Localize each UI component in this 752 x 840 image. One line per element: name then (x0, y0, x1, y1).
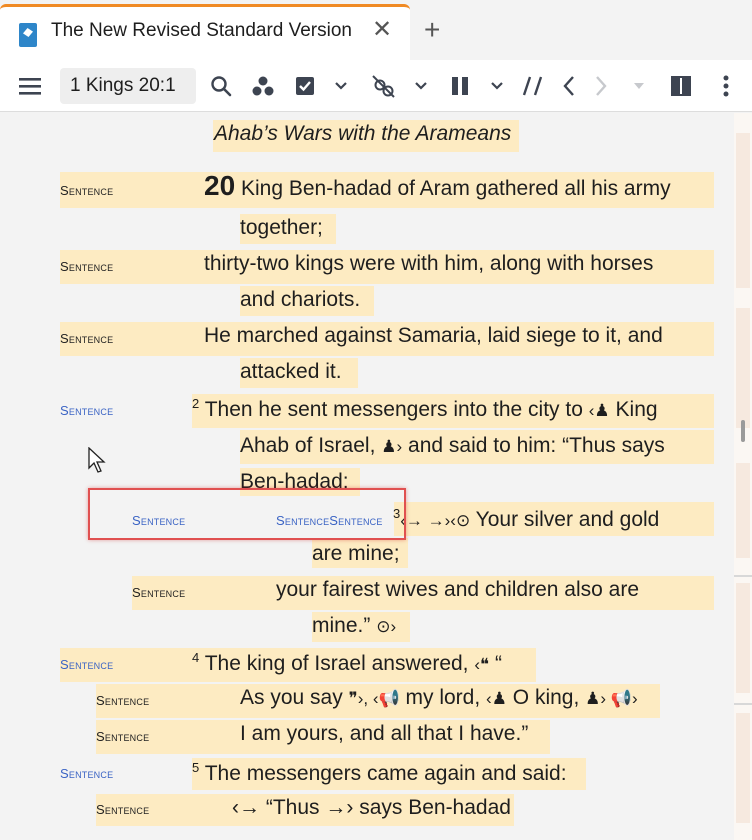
scrollbar-thumb[interactable] (741, 420, 745, 442)
scrollbar-track-segment (736, 583, 750, 693)
verse-line: attacked it. (240, 360, 342, 383)
verse-line: and chariots. (240, 288, 361, 311)
speech-marker-icon[interactable]: ❞›, ‹📢 (349, 689, 400, 708)
toolbar: 1 Kings 20:1 (0, 60, 752, 112)
menu-icon[interactable] (14, 60, 46, 112)
target-marker-icon[interactable]: ⊙ (456, 511, 470, 530)
new-tab-icon[interactable]: + (424, 16, 440, 44)
verse-line: ‹→ “Thus →› says Ben-hadad (232, 796, 511, 820)
reference-text: 1 Kings 20:1 (70, 75, 176, 96)
search-icon[interactable] (206, 60, 236, 112)
vertical-scrollbar[interactable] (734, 113, 752, 840)
verse-line: He marched against Samaria, laid siege t… (204, 324, 663, 347)
verse-text: King Ben-hadad of Aram gathered all his … (241, 177, 671, 200)
sentence-label[interactable]: Sentence (60, 657, 113, 672)
sentence-label[interactable]: Sentence (96, 729, 149, 744)
verse-line: 20 King Ben-hadad of Aram gathered all h… (204, 170, 671, 202)
tab-bar: The New Revised Standard Version ✕ + (0, 0, 752, 60)
verse-line: 2 Then he sent messengers into the city … (192, 396, 658, 422)
tab-title: The New Revised Standard Version (51, 20, 352, 41)
scrollbar-track-segment (736, 308, 750, 428)
person-marker-icon[interactable]: ♟› (381, 437, 402, 456)
verse-line: 3‹→ →›‹⊙ Your silver and gold (393, 506, 659, 532)
verse-text: The messengers came again and said: (204, 762, 567, 785)
scrollbar-track-segment (736, 713, 750, 823)
chevron-down-icon[interactable] (486, 60, 508, 112)
section-heading: Ahab’s Wars with the Arameans (214, 122, 512, 145)
verse-number: 5 (192, 760, 200, 775)
arrow-markers[interactable]: ‹→ →›‹ (400, 511, 456, 530)
target-marker-icon[interactable]: ⊙› (376, 617, 396, 636)
verse-number: 4 (192, 650, 200, 665)
verse-text: and said to him: “Thus says (408, 434, 665, 457)
people-icon[interactable] (248, 60, 278, 112)
chapter-number: 20 (204, 170, 236, 201)
verse-text: The king of Israel answered, (204, 652, 469, 675)
verse-text: Then he sent messengers into the city to (204, 398, 583, 421)
person-marker-icon[interactable]: ♟› 📢› (585, 689, 637, 708)
verse-line: 5 The messengers came again and said: (192, 760, 567, 786)
verse-line: 4 The king of Israel answered, ‹❝ “ (192, 650, 502, 676)
forward-icon[interactable] (588, 60, 614, 112)
verse-text: O king, (512, 686, 580, 709)
sentence-label[interactable]: Sentence (60, 331, 113, 346)
verse-text: mine.” (312, 614, 371, 637)
sentence-label[interactable]: Sentence (60, 183, 113, 198)
pause-icon[interactable] (446, 60, 474, 112)
verse-text: ‹→ “Thus →› (232, 796, 354, 819)
parallel-icon[interactable] (518, 60, 548, 112)
verse-text: Ahab of Israel, (240, 434, 376, 457)
sentence-label[interactable]: Sentence (96, 802, 149, 817)
verse-text: King (615, 398, 658, 421)
verse-text: says Ben-hadad (359, 796, 511, 819)
verse-line: Ahab of Israel, ♟› and said to him: “Thu… (240, 434, 665, 458)
mouse-cursor-icon (88, 446, 108, 475)
sentence-label[interactable]: Sentence (132, 585, 185, 600)
dropdown-icon[interactable] (628, 60, 650, 112)
reference-input[interactable]: 1 Kings 20:1 (60, 68, 196, 104)
verse-line: mine.” ⊙› (312, 614, 396, 638)
sentence-label[interactable]: Sentence (60, 403, 113, 418)
scrollbar-marker (734, 575, 752, 577)
verse-line: I am yours, and all that I have.” (240, 722, 529, 745)
speech-marker-icon[interactable]: ‹❝ (474, 655, 489, 674)
tab-nrsv[interactable]: The New Revised Standard Version ✕ (0, 4, 410, 60)
bible-app-icon (19, 23, 37, 47)
tab-close-icon[interactable]: ✕ (372, 18, 392, 42)
verse-text: “ (495, 652, 503, 675)
person-marker-icon[interactable]: ‹♟ (486, 689, 507, 708)
person-marker-icon[interactable]: ‹♟ (589, 401, 610, 420)
verse-line: As you say ❞›, ‹📢 my lord, ‹♟ O king, ♟›… (240, 686, 638, 710)
more-icon[interactable] (714, 60, 738, 112)
scrollbar-track-segment (736, 133, 750, 288)
verse-line: your fairest wives and children also are (276, 578, 640, 601)
sentence-label[interactable]: Sentence (60, 259, 113, 274)
verse-line: together; (240, 216, 323, 239)
chevron-down-icon[interactable] (410, 60, 432, 112)
verse-line: are mine; (312, 542, 400, 565)
panel-icon[interactable] (666, 60, 696, 112)
scrollbar-track-segment (736, 463, 750, 558)
chevron-down-icon[interactable] (330, 60, 352, 112)
back-icon[interactable] (556, 60, 582, 112)
scrollbar-marker (734, 703, 752, 705)
link-off-icon[interactable] (366, 60, 400, 112)
verse-text: As you say (240, 686, 343, 709)
selection-highlight-box (88, 488, 406, 540)
verse-number: 2 (192, 396, 200, 411)
verse-text: Your silver and gold (475, 508, 660, 531)
verse-text: my lord, (405, 686, 481, 709)
verse-line: thirty-two kings were with him, along wi… (204, 252, 654, 275)
sentence-label[interactable]: Sentence (60, 766, 113, 781)
sentence-label[interactable]: Sentence (96, 693, 149, 708)
checkbox-icon[interactable] (290, 60, 320, 112)
